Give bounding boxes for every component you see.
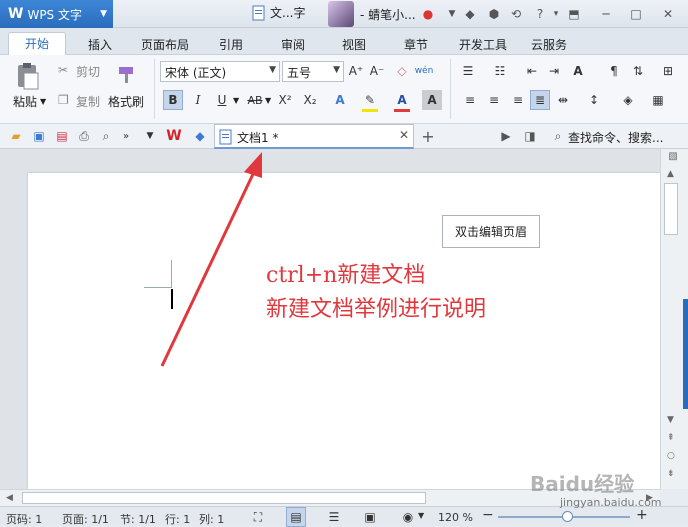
next-page-icon[interactable]: ⇟ [667,469,675,479]
page-view-icon[interactable]: ▤ [286,507,306,527]
zoom-out-icon[interactable]: − [482,507,494,523]
watermark-logo: Baidu经验 [530,472,635,496]
vertical-scrollbar[interactable]: ▧ ▲ ▼ ⇞ ○ ⇟ [660,149,688,489]
zoom-in-icon[interactable]: + [636,507,648,523]
scroll-down-icon[interactable]: ▼ [667,415,674,425]
page-view-icon[interactable]: ▧ [666,151,680,165]
scroll-up-icon[interactable]: ▲ [667,169,674,179]
status-section: 节: 1/1 [120,513,156,526]
scroll-left-icon[interactable]: ◀ [6,493,13,503]
scroll-thumb[interactable] [664,183,678,235]
zoom-level[interactable]: 120 % [438,511,473,524]
watermark-url: jingyan.baidu.com [560,496,662,509]
annotation-arrow [160,152,262,367]
web-view-icon[interactable]: ▣ [360,507,380,527]
status-column: 列: 1 [199,513,225,526]
prev-page-icon[interactable]: ⇞ [667,433,675,443]
scroll-thumb[interactable] [22,492,426,504]
protection-icon[interactable]: ◉ [398,507,418,527]
status-page-code: 页码: 1 [6,513,43,526]
status-pages: 页面: 1/1 [62,513,109,526]
side-panel-tab[interactable] [683,299,688,409]
status-row: 行: 1 [165,513,191,526]
status-bar: 页码: 1 页面: 1/1 节: 1/1 行: 1 列: 1 ⛶ ▤ ☰ ▣ ◉… [0,506,688,527]
chevron-down-icon[interactable]: ▼ [418,511,424,520]
select-browse-icon[interactable]: ○ [667,451,675,461]
full-screen-icon[interactable]: ⛶ [248,507,268,527]
outline-view-icon[interactable]: ☰ [324,507,344,527]
zoom-slider-thumb[interactable] [562,511,573,522]
